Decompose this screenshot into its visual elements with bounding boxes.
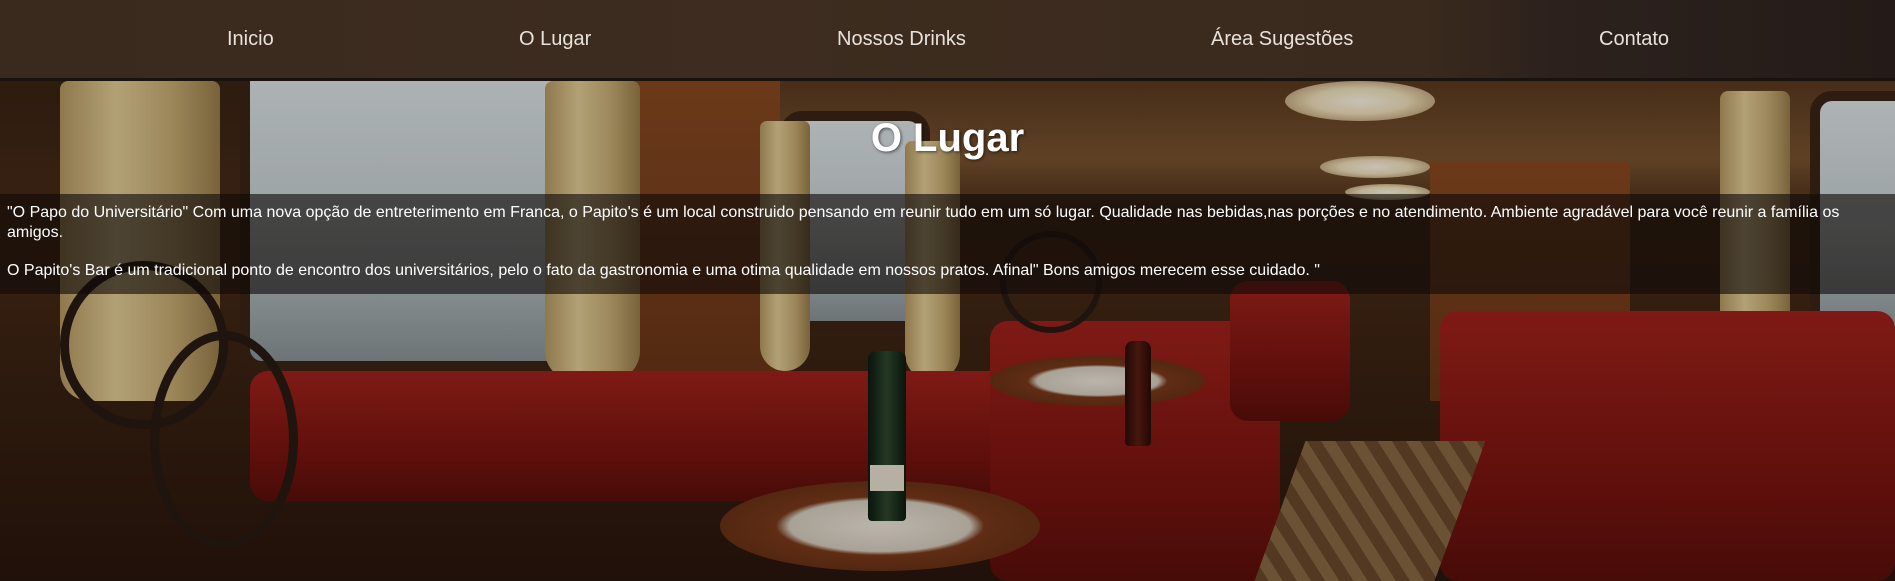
description-paragraph: "O Papo do Universitário" Com uma nova o… [7,204,1840,241]
top-navigation: Inicio O Lugar Nossos Drinks Área Sugest… [0,0,1895,81]
nav-item-contato[interactable]: Contato [1599,0,1669,78]
nav-list: Inicio O Lugar Nossos Drinks Área Sugest… [0,0,1895,78]
nav-item-nossos-drinks[interactable]: Nossos Drinks [837,0,966,78]
nav-item-inicio[interactable]: Inicio [227,0,274,78]
page-title: O Lugar [870,116,1025,160]
nav-item-o-lugar[interactable]: O Lugar [519,0,591,78]
description-panel: "O Papo do Universitário" Com uma nova o… [0,194,1895,294]
page: Inicio O Lugar Nossos Drinks Área Sugest… [0,0,1895,581]
nav-item-area-sugestoes[interactable]: Área Sugestões [1211,0,1353,78]
description-paragraph: O Papito's Bar é um tradicional ponto de… [7,262,1320,279]
